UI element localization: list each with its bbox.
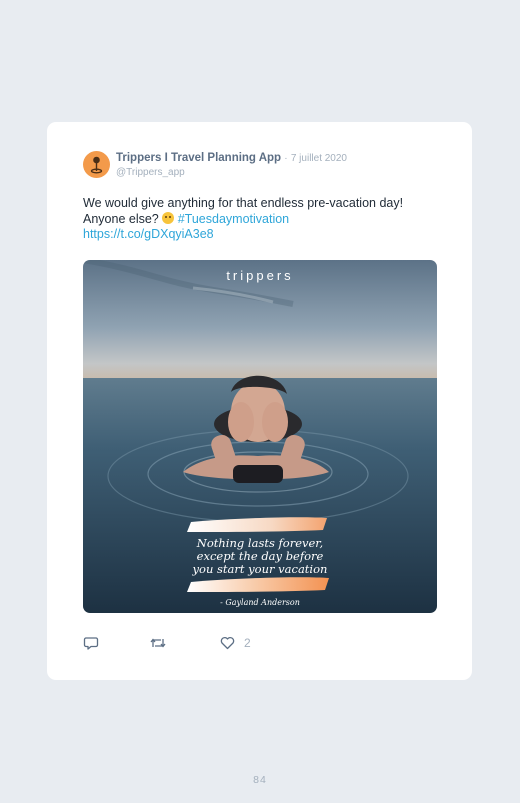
tweet-text: We would give anything for that endless … (83, 196, 438, 243)
tweet-actions: 2 (83, 632, 437, 654)
quote-line-3: you start your vacation (192, 562, 328, 576)
page-number: 84 (253, 774, 267, 786)
upside-down-face-emoji-icon (162, 211, 175, 224)
tweet-url-link[interactable]: https://t.co/gDXqyiA3e8 (83, 227, 214, 241)
tweet-header: Trippers I Travel Planning App · 7 juill… (116, 151, 456, 179)
display-name[interactable]: Trippers I Travel Planning App (116, 152, 281, 164)
avatar[interactable] (83, 151, 110, 178)
tweet-text-line-2: Anyone else? (83, 211, 159, 226)
reply-icon (83, 637, 99, 650)
quote-attribution: - Gayland Anderson (220, 598, 300, 607)
retweet-icon (150, 638, 166, 648)
tweet-media-image[interactable]: trippers Nothing lasts forever, except t… (83, 260, 437, 613)
map-pin-icon (90, 156, 103, 174)
quote-line-2: except the day before (197, 549, 324, 563)
separator: · (284, 153, 288, 164)
reply-button[interactable] (83, 635, 99, 651)
quote-line-1: Nothing lasts forever, (196, 536, 323, 550)
like-count: 2 (244, 636, 251, 650)
tweet-text-line-1: We would give anything for that endless … (83, 196, 404, 210)
heart-icon (220, 636, 235, 650)
like-button[interactable]: 2 (220, 635, 251, 651)
tweet-card: Trippers I Travel Planning App · 7 juill… (47, 122, 472, 680)
hashtag-link[interactable]: #Tuesdaymotivation (178, 212, 289, 226)
user-handle[interactable]: @Trippers_app (116, 166, 456, 179)
retweet-button[interactable] (149, 635, 167, 651)
tweet-date[interactable]: 7 juillet 2020 (291, 153, 347, 164)
trippers-logo: trippers (226, 268, 293, 283)
